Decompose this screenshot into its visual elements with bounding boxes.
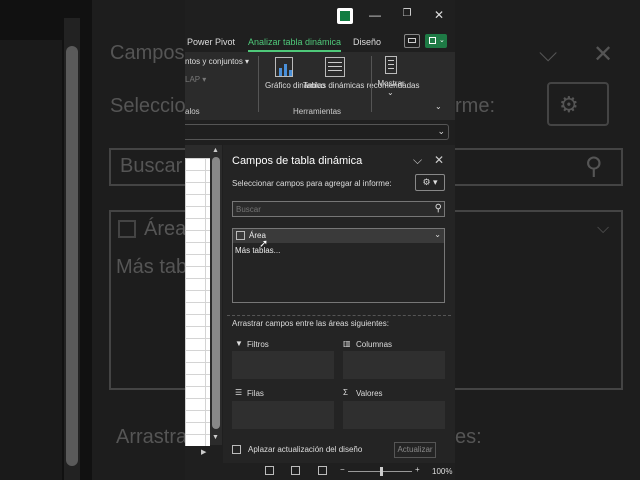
- ribbon-partial-group: alos: [185, 107, 200, 116]
- normal-view-icon[interactable]: [265, 466, 274, 475]
- field-dropdown-icon[interactable]: ⌄: [434, 230, 441, 239]
- scroll-up-icon[interactable]: ▲: [212, 147, 219, 154]
- field-checkbox[interactable]: [236, 231, 245, 240]
- zoom-slider-thumb[interactable]: [380, 467, 383, 476]
- sheet-header: [185, 145, 210, 158]
- bg-gear-icon: ⚙: [559, 92, 579, 117]
- bg-pane-title: Campos: [110, 42, 185, 64]
- pane-title: Campos de tabla dinámica: [232, 155, 363, 167]
- drag-hint: Arrastrar campos entre las áreas siguien…: [232, 319, 389, 328]
- field-list: Área ⌄ Más tablas... ➚: [232, 228, 445, 303]
- background-scrollbar: [64, 18, 80, 480]
- excel-icon: [337, 8, 353, 24]
- filter-icon: ▼: [235, 339, 243, 348]
- bg-drag-text: Arrastra: [116, 426, 188, 448]
- search-icon[interactable]: ⚲: [435, 203, 442, 214]
- bg-area-text: Área: [144, 218, 187, 240]
- background-pane-left: Campos Selecciona Buscar Área Más tabla …: [92, 0, 208, 480]
- ribbon-separator: [258, 56, 259, 112]
- drop-zone-columnas[interactable]: [343, 351, 445, 379]
- pane-subtitle: Seleccionar campos para agregar al infor…: [232, 179, 392, 188]
- bg-checkbox: [118, 220, 136, 238]
- bg-chevron-2: ⌵: [597, 220, 610, 237]
- mostrar-chevron-icon: ⌄: [387, 88, 394, 97]
- area-label-filtros: Filtros: [247, 340, 269, 349]
- formula-input[interactable]: ⌄: [185, 124, 449, 140]
- bg-close: ✕: [593, 41, 614, 68]
- formula-bar: ⌄: [185, 123, 455, 141]
- background-sheet: [0, 40, 62, 480]
- area-label-valores: Valores: [356, 389, 383, 398]
- ribbon-collapse-icon[interactable]: ⌄: [435, 102, 442, 112]
- drop-zone-valores[interactable]: [343, 401, 445, 429]
- defer-update-checkbox[interactable]: [232, 445, 241, 454]
- zoom-out-icon[interactable]: −: [340, 465, 345, 474]
- pane-divider: [227, 315, 451, 316]
- columns-icon: ▥: [343, 339, 351, 348]
- scroll-right-icon[interactable]: ▶: [201, 448, 206, 456]
- sigma-icon: Σ: [343, 388, 348, 397]
- zoom-level[interactable]: 100%: [432, 467, 452, 476]
- pane-close-icon[interactable]: ✕: [434, 153, 444, 167]
- more-tables-link[interactable]: Más tablas...: [235, 246, 280, 255]
- tab-analizar[interactable]: Analizar tabla dinámica: [248, 37, 342, 52]
- search-input[interactable]: [236, 202, 426, 216]
- bg-search-icon: ⚲: [585, 153, 603, 180]
- scrollbar-thumb[interactable]: [212, 157, 220, 429]
- tools-gear-button[interactable]: ⚙ ▾: [415, 174, 445, 191]
- comments-button[interactable]: [404, 34, 420, 48]
- ribbon-partial-item-1[interactable]: ntos y conjuntos ▾: [185, 57, 249, 67]
- update-button[interactable]: Actualizar: [394, 442, 436, 458]
- scroll-down-icon[interactable]: ▼: [212, 434, 219, 441]
- drop-zone-filtros[interactable]: [232, 351, 334, 379]
- ribbon-partial-item-2[interactable]: LAP ▾: [185, 75, 206, 85]
- area-label-columnas: Columnas: [356, 340, 393, 349]
- worksheet-grid[interactable]: [185, 158, 210, 446]
- status-bar: − + 100%: [185, 463, 455, 480]
- rows-icon: ☰: [235, 388, 243, 397]
- gear-icon: ⚙: [422, 177, 431, 187]
- recommended-tables-icon: [325, 57, 345, 77]
- bg-inform-text: rme:: [455, 95, 495, 117]
- grafico-label: Gráfico dinámico: [265, 81, 326, 90]
- show-icon: [385, 56, 397, 74]
- ribbon: ntos y conjuntos ▾ LAP ▾ alos Gráfico di…: [185, 52, 455, 120]
- page-layout-icon[interactable]: [291, 466, 300, 475]
- drop-zone-filas[interactable]: [232, 401, 334, 429]
- zoom-in-icon[interactable]: +: [415, 465, 420, 474]
- bg-drag-text-right: es:: [455, 426, 482, 448]
- title-bar: — ❐ ✕: [185, 0, 455, 32]
- pivot-chart-icon: [275, 57, 293, 77]
- close-icon[interactable]: ✕: [430, 8, 448, 22]
- pane-options-chevron-icon[interactable]: ⌵: [413, 153, 422, 168]
- tab-diseno[interactable]: Diseño: [353, 37, 381, 47]
- restore-icon[interactable]: ❐: [398, 8, 416, 19]
- mouse-cursor-icon: ➚: [259, 238, 269, 250]
- bg-search-placeholder: Buscar: [120, 155, 183, 177]
- ribbon-separator-2: [371, 56, 372, 112]
- share-button[interactable]: ⌄: [425, 34, 447, 48]
- area-label-filas: Filas: [247, 389, 264, 398]
- pivot-fields-pane: Campos de tabla dinámica ⌵ ✕ Seleccionar…: [223, 145, 455, 463]
- tablas-label: Tablas dinámicas recomendadas: [303, 81, 420, 90]
- group-herramientas: Herramientas: [293, 107, 342, 116]
- formula-expand-icon[interactable]: ⌄: [437, 126, 445, 137]
- bg-chevron: ⌵: [539, 40, 558, 67]
- defer-update-label: Aplazar actualización del diseño: [248, 445, 363, 454]
- page-break-icon[interactable]: [318, 466, 327, 475]
- minimize-icon[interactable]: —: [366, 8, 384, 22]
- excel-window: — ❐ ✕ Power Pivot Analizar tabla dinámic…: [185, 0, 455, 480]
- field-search: ⚲: [232, 201, 445, 217]
- tab-power-pivot[interactable]: Power Pivot: [187, 37, 235, 47]
- background-pane-right: ⌵ ✕ rme: ⚙ ⚲ ⌵ es:: [453, 0, 640, 480]
- vertical-scrollbar[interactable]: ▲ ▼: [210, 145, 222, 445]
